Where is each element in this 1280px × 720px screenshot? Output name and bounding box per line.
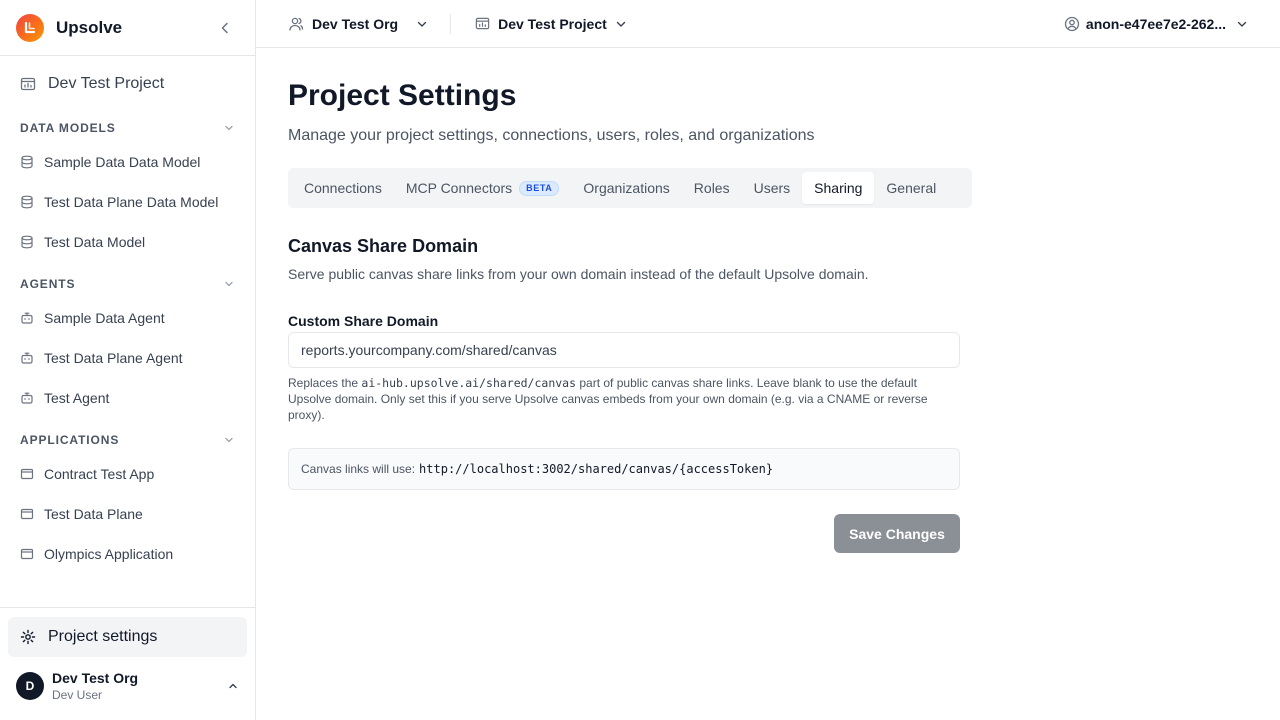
- help-text-before: Replaces the: [288, 376, 362, 390]
- section-title: AGENTS: [20, 277, 76, 291]
- brand-name: Upsolve: [56, 17, 123, 37]
- sidebar-item-test-data-plane[interactable]: Test Data Plane: [12, 500, 243, 528]
- user-menu[interactable]: anon-e47ee7e2-262...: [1064, 8, 1248, 40]
- tab-roles[interactable]: Roles: [682, 172, 742, 204]
- app-window-icon: [20, 547, 34, 561]
- database-icon: [20, 235, 34, 249]
- user-icon: [288, 16, 304, 32]
- sidebar-item-project-settings[interactable]: Project settings: [8, 617, 247, 657]
- upsolve-logo[interactable]: [16, 13, 44, 42]
- chevron-down-icon: [223, 122, 235, 134]
- database-icon: [20, 155, 34, 169]
- section-data-models[interactable]: DATA MODELS: [20, 120, 235, 136]
- sidebar-item-test-agent[interactable]: Test Agent: [12, 384, 243, 412]
- brand-header: Upsolve: [0, 0, 255, 56]
- tab-label: MCP Connectors: [405, 180, 513, 196]
- folder-chart-icon: [475, 16, 490, 31]
- bot-icon: [20, 311, 34, 325]
- settings-tabs: Connections MCP Connectors BETA Organiza…: [288, 168, 972, 208]
- sidebar-item-label: Contract Test App: [44, 466, 155, 482]
- sidebar-item-test-data-plane-data-model[interactable]: Test Data Plane Data Model: [12, 188, 243, 216]
- project-settings-label: Project settings: [48, 628, 158, 645]
- sidebar-item-label: Olympics Application: [44, 546, 174, 562]
- section-title: Canvas Share Domain: [288, 236, 479, 256]
- bot-icon: [20, 351, 34, 365]
- avatar: D: [16, 672, 44, 700]
- org-selector[interactable]: Dev Test Org: [288, 8, 428, 40]
- sidebar-item-contract-test-app[interactable]: Contract Test App: [12, 460, 243, 488]
- section-applications[interactable]: APPLICATIONS: [20, 432, 235, 448]
- app-window-icon: [20, 467, 34, 481]
- chevron-down-icon: [1236, 18, 1248, 30]
- sidebar-project-dev-test-project[interactable]: Dev Test Project: [12, 70, 243, 98]
- section-title: DATA MODELS: [20, 121, 116, 135]
- chevron-up-icon: [227, 680, 239, 692]
- folder-chart-icon: [20, 76, 36, 92]
- tab-connections[interactable]: Connections: [292, 172, 394, 204]
- tab-organizations[interactable]: Organizations: [571, 172, 681, 204]
- user-menu-label: anon-e47ee7e2-262...: [1085, 16, 1226, 32]
- sidebar-item-test-data-plane-agent[interactable]: Test Data Plane Agent: [12, 344, 243, 372]
- org-name: Dev Test Org: [52, 669, 139, 686]
- page-subtitle: Manage your project settings, connection…: [288, 127, 815, 144]
- chevron-down-icon: [416, 18, 428, 30]
- chevron-down-icon: [615, 18, 627, 30]
- canvas-link-preview: Canvas links will use: http://localhost:…: [288, 448, 960, 490]
- sidebar-item-label: Sample Data Agent: [44, 310, 165, 326]
- tab-sharing[interactable]: Sharing: [802, 172, 875, 204]
- page-title: Project Settings: [288, 79, 517, 112]
- custom-share-domain-input[interactable]: [288, 332, 960, 368]
- chevron-down-icon: [223, 434, 235, 446]
- user-circle-icon: [1064, 16, 1080, 32]
- sidebar-item-label: Test Data Model: [44, 234, 146, 250]
- section-description: Serve public canvas share links from you…: [288, 266, 869, 282]
- tab-mcp-connectors[interactable]: MCP Connectors BETA: [394, 172, 572, 204]
- section-title: APPLICATIONS: [20, 433, 120, 447]
- org-user: Dev User: [52, 687, 103, 702]
- gear-icon: [20, 629, 36, 645]
- preview-url: http://localhost:3002/shared/canvas/{acc…: [419, 462, 774, 476]
- sidebar-item-olympics-application[interactable]: Olympics Application: [12, 540, 243, 568]
- beta-badge: BETA: [519, 180, 560, 196]
- app-window-icon: [20, 507, 34, 521]
- help-text-code: ai-hub.upsolve.ai/shared/canvas: [361, 376, 577, 390]
- tab-general[interactable]: General: [874, 172, 948, 204]
- project-selector-label: Dev Test Project: [498, 15, 607, 32]
- sidebar-footer: Project settings D Dev Test Org Dev User: [0, 607, 255, 720]
- topbar-divider: [450, 13, 452, 34]
- bot-icon: [20, 391, 34, 405]
- chevron-left-icon[interactable]: [215, 18, 235, 38]
- sidebar-item-label: Test Data Plane: [44, 506, 143, 522]
- chevron-down-icon: [223, 278, 235, 290]
- sidebar-item-label: Test Agent: [44, 390, 110, 406]
- sidebar-item-label: Test Data Plane Agent: [44, 350, 183, 366]
- sidebar-item-sample-data-data-model[interactable]: Sample Data Data Model: [12, 148, 243, 176]
- project-selector[interactable]: Dev Test Project: [475, 8, 627, 40]
- sidebar-item-label: Sample Data Data Model: [44, 154, 201, 170]
- preview-label: Canvas links will use:: [301, 462, 416, 476]
- sidebar: Upsolve Dev Test Project DATA MODELS Sam…: [0, 0, 256, 720]
- help-text: Replaces the ai-hub.upsolve.ai/shared/ca…: [288, 375, 960, 423]
- database-icon: [20, 195, 34, 209]
- sidebar-item-label: Test Data Plane Data Model: [44, 194, 219, 210]
- custom-share-domain-label: Custom Share Domain: [288, 313, 439, 329]
- org-selector-label: Dev Test Org: [312, 15, 399, 32]
- section-agents[interactable]: AGENTS: [20, 276, 235, 292]
- topbar: Dev Test Org Dev Test Project anon-e47ee…: [256, 0, 1280, 48]
- org-switcher[interactable]: D Dev Test Org Dev User: [16, 668, 239, 704]
- sidebar-item-sample-data-agent[interactable]: Sample Data Agent: [12, 304, 243, 332]
- tab-users[interactable]: Users: [742, 172, 803, 204]
- sidebar-project-label: Dev Test Project: [48, 75, 165, 92]
- org-text: Dev Test Org Dev User: [52, 670, 227, 703]
- sidebar-item-test-data-model[interactable]: Test Data Model: [12, 228, 243, 256]
- save-changes-button[interactable]: Save Changes: [834, 514, 960, 553]
